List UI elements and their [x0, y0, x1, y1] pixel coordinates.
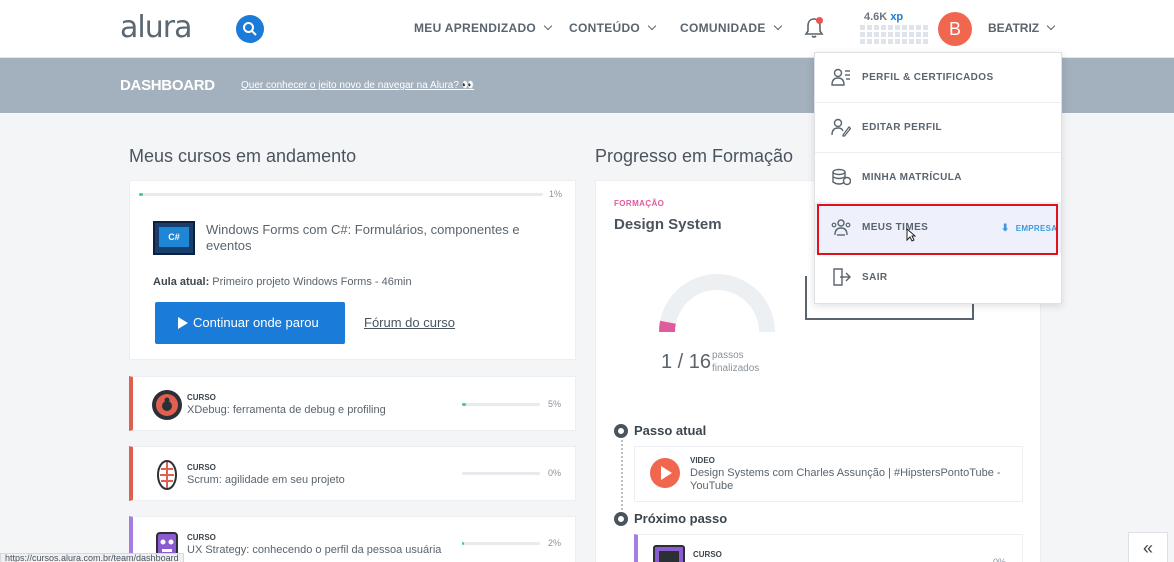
- menu-item-label: MINHA MATRÍCULA: [862, 172, 962, 183]
- nav-conteudo[interactable]: CONTEÚDO: [569, 21, 657, 35]
- course-name: XDebug: ferramenta de debug e profiling: [187, 404, 386, 416]
- course-name: Scrum: agilidade em seu projeto: [187, 474, 345, 486]
- progress-fill: [462, 542, 464, 545]
- xp-value: 4.6K: [864, 11, 888, 23]
- nav-comunidade[interactable]: COMUNIDADE: [680, 21, 782, 35]
- nav-meu-aprendizado[interactable]: MEU APRENDIZADO: [414, 21, 553, 35]
- course-pct: 0%: [548, 468, 562, 478]
- steps-connector: [621, 440, 623, 510]
- course-pct: 5%: [548, 399, 562, 409]
- user-dropdown-menu: PERFIL & CERTIFICADOS EDITAR PERFIL MINH…: [814, 52, 1062, 304]
- course-name: UX Strategy: conhecendo o perfil da pess…: [187, 544, 442, 556]
- play-icon: [661, 466, 672, 480]
- steps-label: passos finalizados: [712, 350, 760, 374]
- search-icon: [243, 22, 257, 36]
- logout-icon: [833, 268, 851, 286]
- chevron-down-icon: [647, 21, 657, 31]
- course-kind: CURSO: [187, 393, 216, 402]
- scrum-course-icon: [157, 460, 177, 490]
- formacao-section-title: Progresso em Formação: [595, 146, 794, 166]
- collapse-chevrons-icon[interactable]: «: [1128, 532, 1168, 562]
- current-step-kind: VIDEO: [690, 456, 715, 465]
- menu-item-label: PERFIL & CERTIFICADOS: [862, 72, 994, 83]
- play-icon: [178, 317, 188, 329]
- nav-label: CONTEÚDO: [569, 21, 641, 35]
- top-navigation: alura MEU APRENDIZADO CONTEÚDO COMUNIDAD…: [0, 0, 1174, 58]
- video-play-icon[interactable]: [650, 458, 680, 488]
- formacao-name[interactable]: Design System: [614, 216, 722, 233]
- chevron-down-icon: [773, 21, 782, 31]
- steps-counter: 1 / 16: [661, 351, 712, 373]
- menu-item-editar-perfil[interactable]: EDITAR PERFIL: [815, 103, 1061, 153]
- chevron-down-icon: [1046, 21, 1056, 31]
- avatar[interactable]: B: [938, 12, 972, 46]
- chevron-down-icon: [543, 21, 553, 31]
- current-course-progress: [139, 193, 543, 196]
- formacao-progress-gauge: [659, 274, 775, 333]
- xp-counter: 4.6K xp: [864, 11, 903, 23]
- edit-profile-icon: [831, 118, 851, 137]
- user-menu-toggle[interactable]: BEATRIZ: [988, 21, 1056, 35]
- next-step-kind: CURSO: [693, 550, 722, 559]
- menu-item-sair[interactable]: SAIR: [815, 253, 1061, 303]
- courses-section-title: Meus cursos em andamento: [129, 146, 357, 166]
- formacao-kind: FORMAÇÃO: [614, 199, 665, 208]
- search-button[interactable]: [236, 15, 264, 43]
- course-forum-link[interactable]: Fórum do curso: [364, 315, 455, 330]
- xp-activity-grid: [860, 25, 930, 45]
- menu-item-perfil-certificados[interactable]: PERFIL & CERTIFICADOS: [815, 53, 1061, 103]
- xdebug-course-icon: [152, 390, 182, 420]
- csharp-course-icon: C#: [153, 221, 195, 255]
- lesson-value: Primeiro projeto Windows Forms - 46min: [212, 276, 412, 288]
- next-step-title: Próximo passo: [634, 511, 728, 526]
- current-step-title: Passo atual: [634, 423, 707, 438]
- enrollment-icon: [832, 168, 851, 186]
- course-kind: CURSO: [187, 463, 216, 472]
- menu-item-label: EDITAR PERFIL: [862, 122, 943, 133]
- list-item[interactable]: CURSO UX Strategy: conhecendo o perfil d…: [129, 516, 576, 562]
- course-progress: [462, 542, 540, 545]
- progress-fill: [139, 193, 144, 196]
- highlight-box: [817, 204, 1058, 255]
- next-step-pct: 0%: [993, 557, 1007, 562]
- page-title: DASHBOARD: [120, 77, 215, 94]
- current-course-pct: 1%: [549, 189, 563, 199]
- mouse-cursor-icon: [906, 228, 916, 242]
- profile-certificates-icon: [831, 68, 850, 86]
- current-lesson: Aula atual: Primeiro projeto Windows For…: [153, 276, 412, 288]
- next-step-marker: [614, 512, 628, 526]
- current-step-name: Design Systems com Charles Assunção | #H…: [690, 467, 1001, 492]
- continue-label: Continuar onde parou: [193, 315, 319, 330]
- menu-item-minha-matricula[interactable]: MINHA MATRÍCULA: [815, 153, 1061, 203]
- progress-fill: [462, 403, 466, 406]
- current-step-marker: [614, 424, 628, 438]
- username: BEATRIZ: [988, 21, 1040, 35]
- status-url: https://cursos.alura.com.br/team/dashboa…: [0, 553, 184, 562]
- course-icon-text: C#: [159, 227, 189, 247]
- alura-logo[interactable]: alura: [120, 10, 192, 45]
- steps-total: 16: [688, 351, 712, 373]
- continue-button[interactable]: Continuar onde parou: [155, 302, 345, 344]
- lesson-label: Aula atual:: [153, 276, 210, 288]
- course-progress: [462, 403, 540, 406]
- menu-item-label: SAIR: [862, 272, 888, 283]
- nav-label: MEU APRENDIZADO: [414, 21, 537, 35]
- next-course-icon: [653, 545, 685, 562]
- notification-dot: [816, 17, 823, 24]
- nav-label: COMUNIDADE: [680, 21, 766, 35]
- course-kind: CURSO: [187, 533, 216, 542]
- course-pct: 2%: [548, 538, 562, 548]
- course-progress: [462, 472, 540, 475]
- steps-done: 1: [661, 351, 673, 373]
- xp-unit: xp: [890, 11, 904, 23]
- new-navigation-link[interactable]: Quer conhecer o jeito novo de navegar na…: [241, 80, 474, 91]
- current-course-name[interactable]: Windows Forms com C#: Formulários, compo…: [206, 222, 536, 254]
